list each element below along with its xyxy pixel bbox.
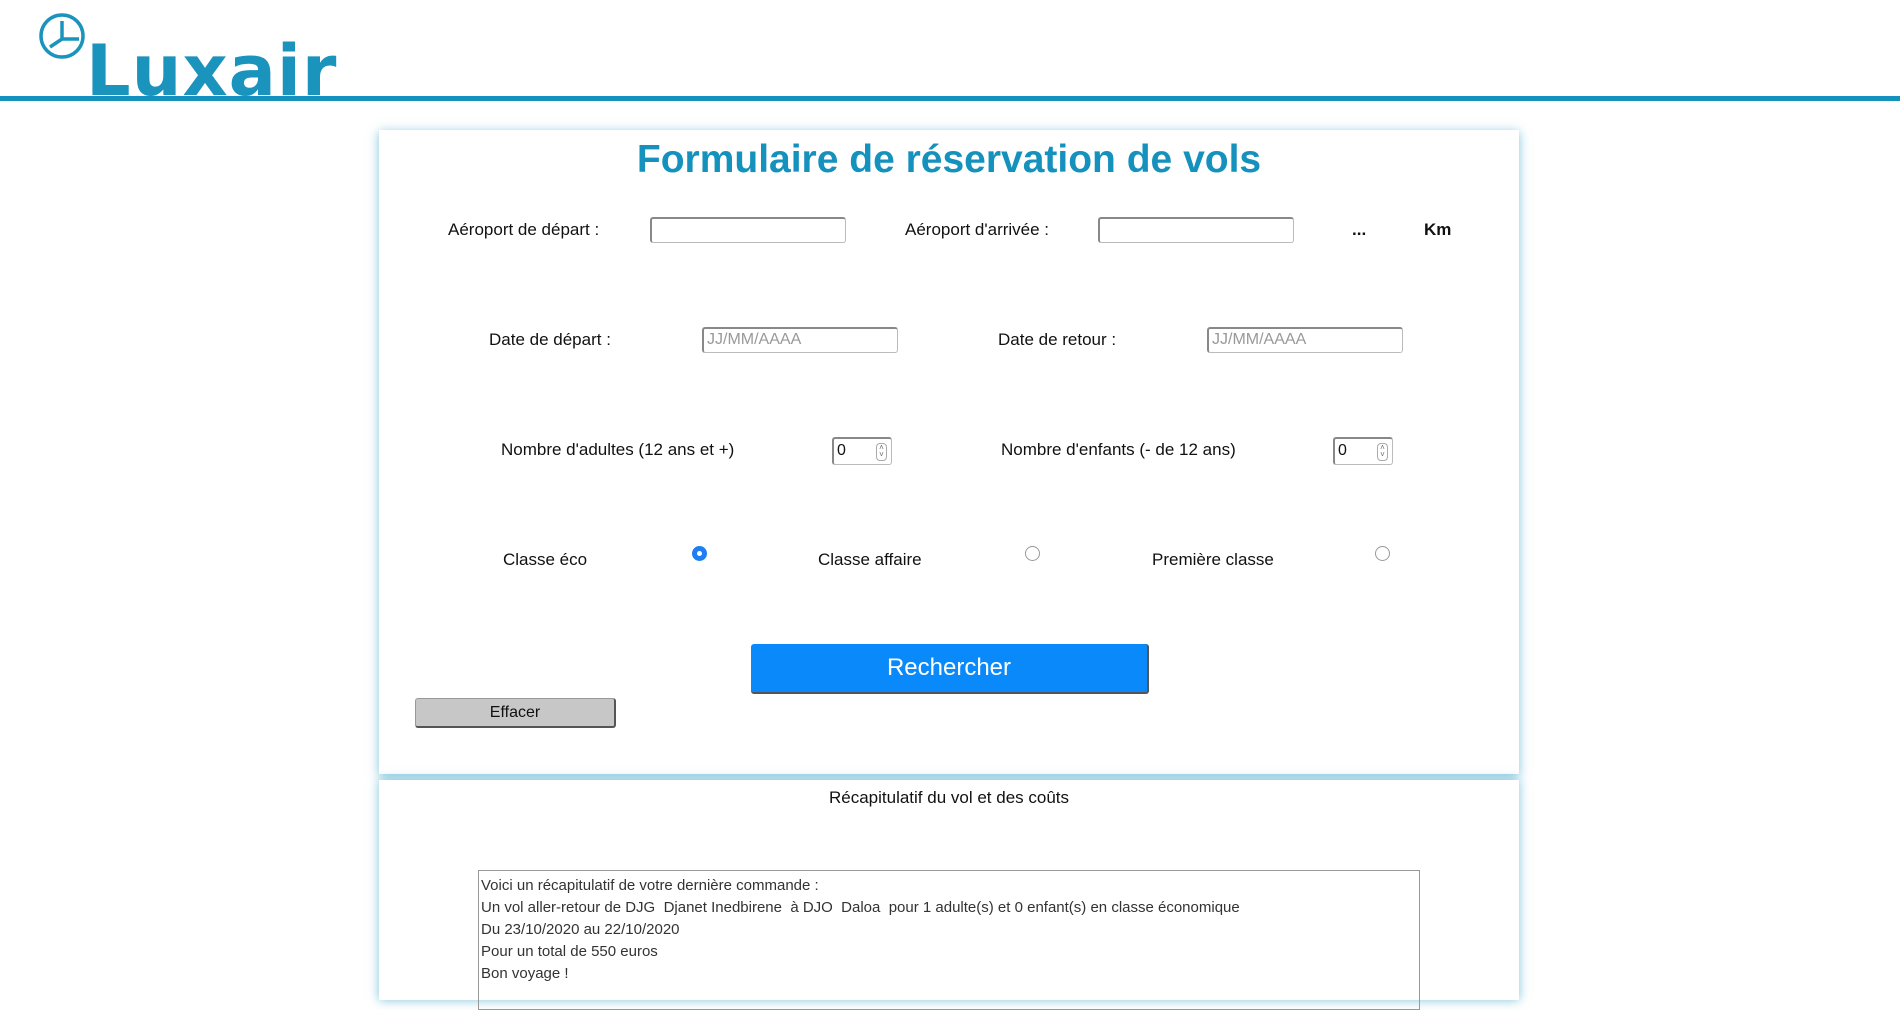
logo-wordmark: Luxair (86, 30, 338, 112)
booking-form-card: Formulaire de réservation de vols Aéropo… (379, 130, 1519, 774)
class-first-radio[interactable] (1375, 546, 1390, 561)
summary-line: Pour un total de 550 euros (481, 943, 658, 960)
arrival-airport-label: Aéroport d'arrivée : (905, 220, 1050, 239)
departure-airport-input[interactable] (650, 217, 846, 243)
departure-date-label: Date de départ : (489, 330, 611, 349)
adults-label: Nombre d'adultes (12 ans et +) (501, 440, 735, 459)
class-eco-radio[interactable] (692, 546, 707, 561)
children-stepper[interactable]: 0 ˄ ˅ (1333, 437, 1393, 465)
arrival-airport-input[interactable] (1098, 217, 1294, 243)
departure-airport-label: Aéroport de départ : (448, 220, 600, 239)
summary-line: Bon voyage ! (481, 965, 569, 982)
summary-textarea[interactable]: Voici un récapitulatif de votre dernière… (478, 870, 1420, 1010)
summary-title: Récapitulatif du vol et des coûts (828, 788, 1070, 807)
class-business-label: Classe affaire (818, 550, 922, 569)
stepper-arrows-icon[interactable]: ˄ ˅ (1377, 443, 1388, 461)
children-label: Nombre d'enfants (- de 12 ans) (1001, 440, 1236, 459)
summary-card: Récapitulatif du vol et des coûts Voici … (379, 780, 1519, 1010)
luxair-logo-icon (39, 13, 85, 59)
adults-stepper[interactable]: 0 ˄ ˅ (832, 437, 892, 465)
distance-unit: Km (1424, 220, 1452, 239)
adults-value: 0 (837, 442, 846, 459)
clear-button[interactable]: Effacer (415, 698, 616, 728)
page-title: Formulaire de réservation de vols (636, 138, 1262, 181)
children-value: 0 (1338, 442, 1347, 459)
stepper-arrows-icon[interactable]: ˄ ˅ (876, 443, 887, 461)
departure-date-input[interactable]: JJ/MM/AAAA (702, 327, 898, 353)
distance-value: ... (1352, 220, 1367, 239)
search-button[interactable]: Rechercher (751, 644, 1149, 694)
class-business-radio[interactable] (1025, 546, 1040, 561)
summary-line: Un vol aller-retour de DJG Djanet Inedbi… (481, 899, 1240, 916)
return-date-label: Date de retour : (998, 330, 1117, 349)
summary-line: Du 23/10/2020 au 22/10/2020 (481, 921, 680, 938)
site-header: Luxair (0, 0, 1900, 106)
summary-line: Voici un récapitulatif de votre dernière… (481, 877, 819, 894)
return-date-input[interactable]: JJ/MM/AAAA (1207, 327, 1403, 353)
class-first-label: Première classe (1152, 550, 1274, 569)
class-eco-label: Classe éco (503, 550, 588, 569)
